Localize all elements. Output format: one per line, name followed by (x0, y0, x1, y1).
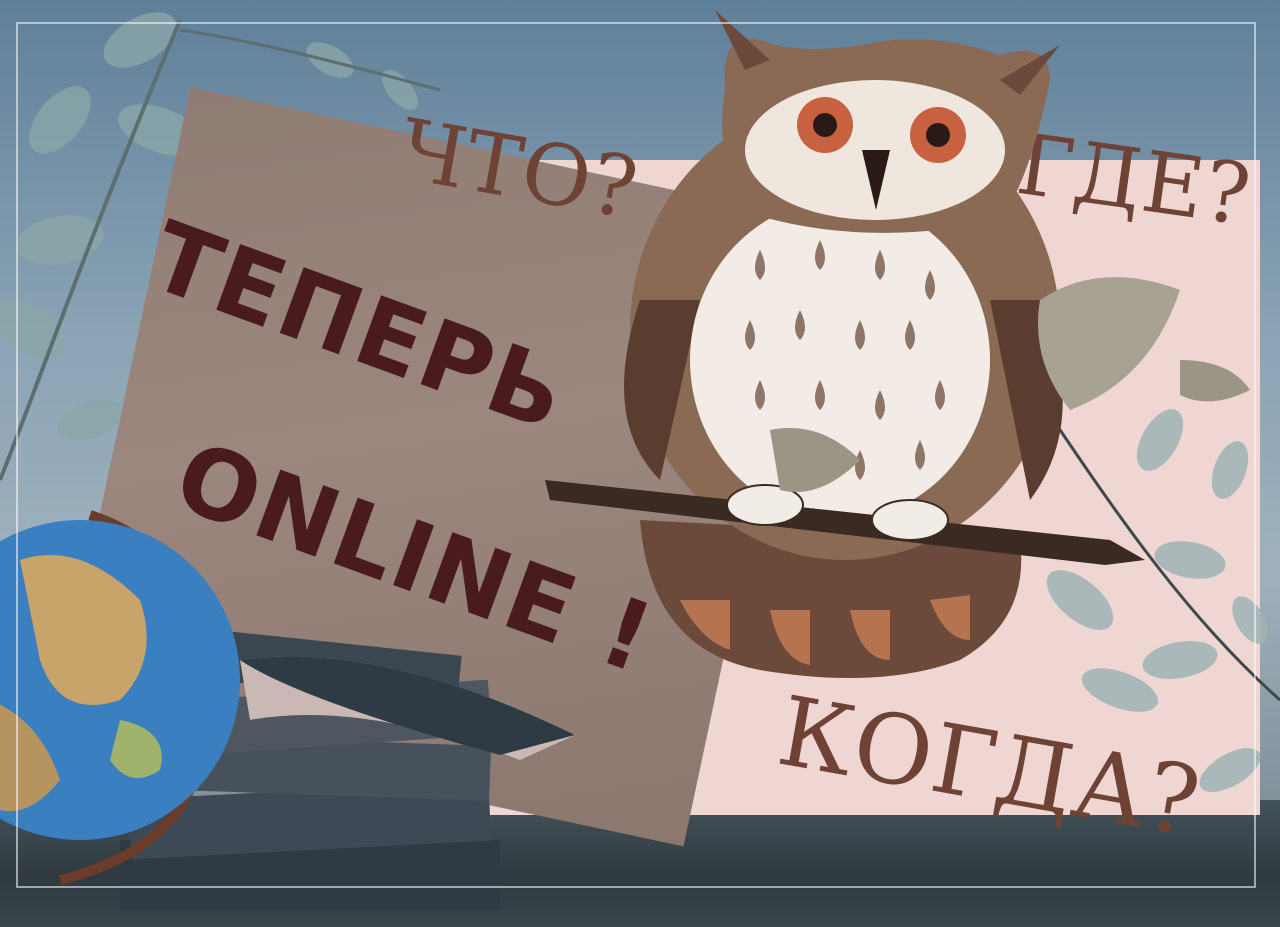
books-and-globe (0, 510, 575, 910)
